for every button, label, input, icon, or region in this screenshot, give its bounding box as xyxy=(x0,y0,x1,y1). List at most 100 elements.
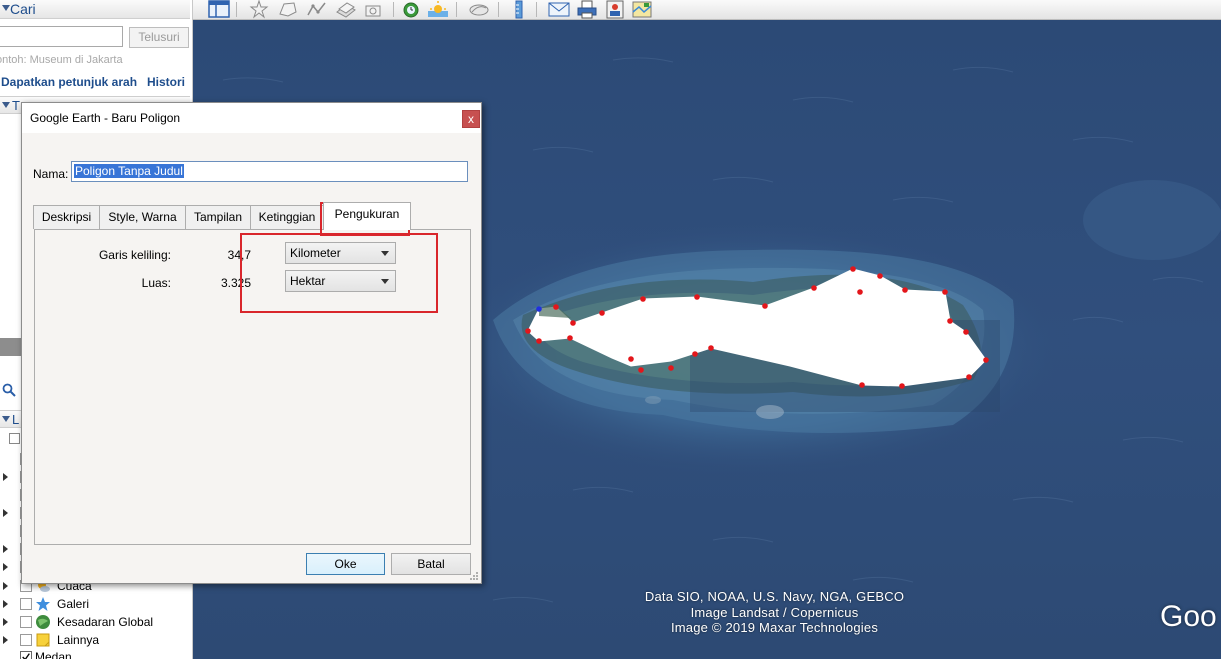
cancel-button[interactable]: Batal xyxy=(391,553,471,575)
polygon-vertex[interactable] xyxy=(570,320,576,326)
sidebar-toggle-icon[interactable] xyxy=(207,0,231,19)
attribution-line-3: Image © 2019 Maxar Technologies xyxy=(670,620,879,635)
polygon-icon[interactable] xyxy=(276,0,300,19)
toolbar-separator xyxy=(536,2,537,17)
polygon-vertex[interactable] xyxy=(877,273,883,279)
polygon-vertex[interactable] xyxy=(942,289,948,295)
google-logo: Goo xyxy=(1160,600,1217,633)
tab-ketinggian[interactable]: Ketinggian xyxy=(250,205,324,229)
sunlight-icon[interactable] xyxy=(426,0,450,19)
star-icon xyxy=(36,597,50,611)
layer-checkbox-checked[interactable] xyxy=(20,651,32,659)
print-icon[interactable] xyxy=(575,0,599,19)
expand-arrow-icon[interactable] xyxy=(3,563,8,571)
expand-arrow-icon[interactable] xyxy=(3,509,8,517)
check-icon xyxy=(22,653,30,659)
historical-imagery-icon[interactable] xyxy=(399,0,423,19)
layer-row-galeri[interactable]: Galeri xyxy=(0,595,190,613)
layer-label: Galeri xyxy=(57,597,90,611)
polygon-vertex[interactable] xyxy=(850,266,856,272)
polygon-vertex[interactable] xyxy=(947,318,953,324)
tab-pengukuran[interactable]: Pengukuran xyxy=(323,202,411,230)
toolbar-separator xyxy=(393,2,394,17)
polygon-vertex[interactable] xyxy=(963,329,969,335)
toolbar xyxy=(193,0,1221,20)
tour-icon[interactable] xyxy=(362,0,386,19)
toolbar-separator xyxy=(236,2,237,17)
expand-arrow-icon[interactable] xyxy=(3,582,8,590)
tab-style-warna[interactable]: Style, Warna xyxy=(99,205,186,229)
tab-tampilan[interactable]: Tampilan xyxy=(185,205,251,229)
polygon-vertex[interactable] xyxy=(857,289,863,295)
name-input-selected-text: Poligon Tanpa Judul xyxy=(74,164,184,178)
collapse-triangle-icon[interactable] xyxy=(2,5,10,11)
path-icon[interactable] xyxy=(305,0,329,19)
search-hint: ontoh: Museum di Jakarta xyxy=(0,54,123,66)
search-button[interactable]: Telusuri xyxy=(129,27,189,48)
dialog-title: Google Earth - Baru Poligon xyxy=(30,111,181,125)
attribution-line-2: Image Landsat / Copernicus xyxy=(690,605,859,620)
polygon-vertex[interactable] xyxy=(966,374,972,380)
polygon-vertex[interactable] xyxy=(536,338,542,344)
history-link[interactable]: Histori xyxy=(147,75,185,89)
placemark-icon[interactable] xyxy=(247,0,271,19)
polygon-vertex[interactable] xyxy=(692,351,698,357)
polygon-vertex[interactable] xyxy=(708,345,714,351)
polygon-vertex[interactable] xyxy=(902,287,908,293)
tab-deskripsi[interactable]: Deskripsi xyxy=(33,205,100,229)
polygon-vertex[interactable] xyxy=(640,296,646,302)
collapse-triangle-icon[interactable] xyxy=(2,102,10,108)
search-panel-header[interactable]: Cari xyxy=(0,0,190,19)
polygon-vertex[interactable] xyxy=(525,328,531,334)
polygon-vertex[interactable] xyxy=(567,335,573,341)
area-label: Luas: xyxy=(141,276,171,290)
maps-icon[interactable] xyxy=(630,0,654,19)
planets-icon[interactable] xyxy=(467,0,491,19)
layer-checkbox[interactable] xyxy=(20,598,32,610)
places-scroll-strip xyxy=(0,338,22,356)
polygon-vertex[interactable] xyxy=(859,382,865,388)
expand-arrow-icon[interactable] xyxy=(3,545,8,553)
resize-grip-icon[interactable] xyxy=(469,571,479,581)
search-icon[interactable] xyxy=(2,383,16,397)
overlay-icon[interactable] xyxy=(334,0,358,19)
places-header-label: T xyxy=(12,98,20,113)
layer-checkbox[interactable] xyxy=(9,433,20,444)
layer-checkbox[interactable] xyxy=(20,634,32,646)
search-input[interactable] xyxy=(0,26,123,47)
layer-row-kesadaran-global[interactable]: Kesadaran Global xyxy=(0,613,190,631)
layer-row-lainnya[interactable]: Lainnya xyxy=(0,631,190,649)
polygon-start-vertex[interactable] xyxy=(536,306,542,312)
expand-arrow-icon[interactable] xyxy=(3,636,8,644)
polygon-vertex[interactable] xyxy=(638,367,644,373)
close-button[interactable]: x xyxy=(462,110,480,128)
email-icon[interactable] xyxy=(547,0,571,19)
note-icon xyxy=(36,633,50,647)
expand-arrow-icon[interactable] xyxy=(3,473,8,481)
name-input[interactable]: Poligon Tanpa Judul xyxy=(71,161,468,182)
layer-row-medan[interactable]: Medan xyxy=(0,648,190,659)
layer-checkbox[interactable] xyxy=(20,616,32,628)
polygon-vertex[interactable] xyxy=(899,383,905,389)
ruler-icon[interactable] xyxy=(507,0,531,19)
annotation-box-measurements xyxy=(240,233,438,313)
toolbar-separator xyxy=(456,2,457,17)
expand-arrow-icon[interactable] xyxy=(3,600,8,608)
polygon-vertex[interactable] xyxy=(811,285,817,291)
polygon-vertex[interactable] xyxy=(599,310,605,316)
polygon-vertex[interactable] xyxy=(553,304,559,310)
expand-arrow-icon[interactable] xyxy=(3,618,8,626)
attribution-line-1: Data SIO, NOAA, U.S. Navy, NGA, GEBCO xyxy=(644,589,905,604)
dialog-titlebar[interactable]: Google Earth - Baru Poligon x xyxy=(22,103,481,133)
polygon-vertex[interactable] xyxy=(762,303,768,309)
ok-button[interactable]: Oke xyxy=(306,553,385,575)
polygon-vertex[interactable] xyxy=(983,357,989,363)
perimeter-label: Garis keliling: xyxy=(98,248,171,262)
polygon-vertex[interactable] xyxy=(694,294,700,300)
polygon-vertex[interactable] xyxy=(668,365,674,371)
directions-link[interactable]: Dapatkan petunjuk arah xyxy=(1,75,137,89)
save-image-icon[interactable] xyxy=(603,0,627,19)
layer-label: Medan xyxy=(35,650,72,659)
polygon-vertex[interactable] xyxy=(628,356,634,362)
collapse-triangle-icon[interactable] xyxy=(2,416,10,422)
